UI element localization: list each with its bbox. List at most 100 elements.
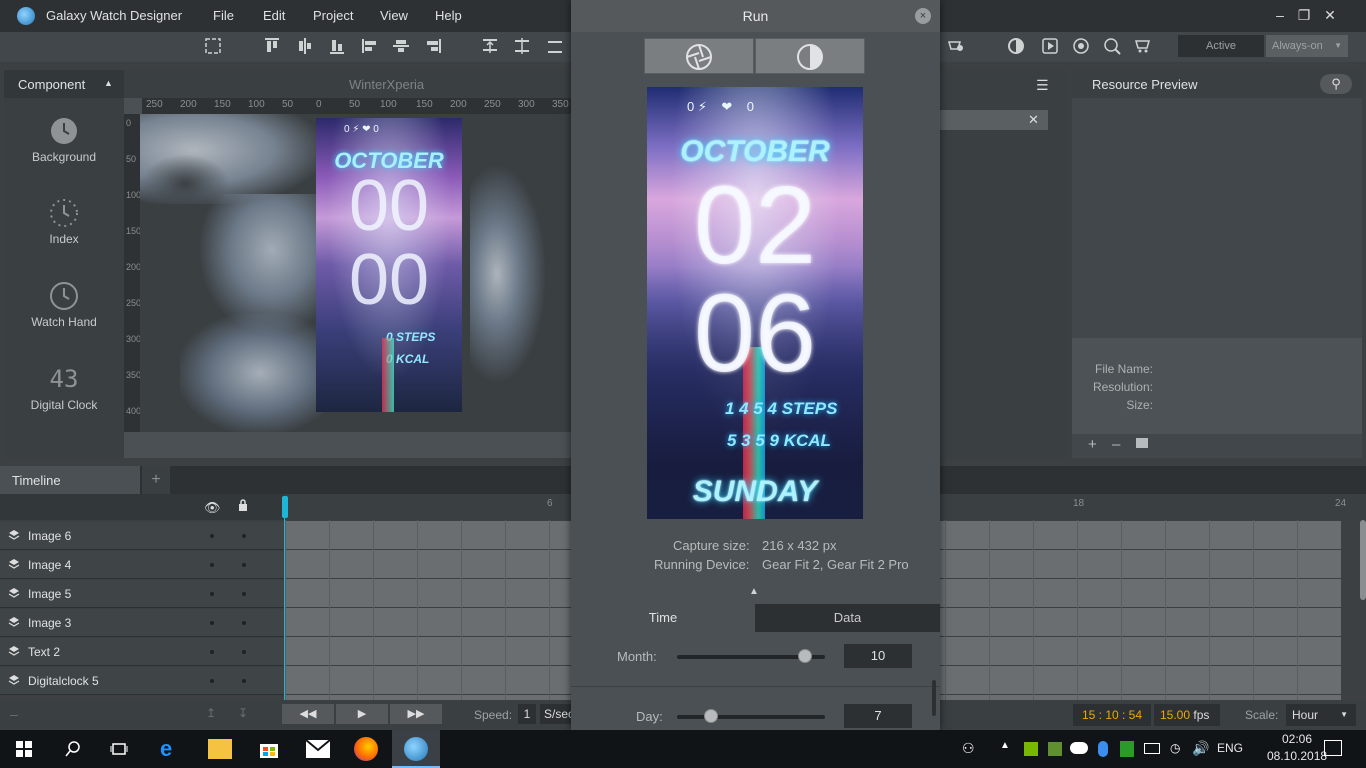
galaxy-watch-designer-taskbar-button[interactable]: [392, 730, 440, 768]
lock-icon[interactable]: [238, 499, 248, 511]
day-slider-track[interactable]: [677, 715, 825, 719]
close-button[interactable]: ✕: [1316, 4, 1344, 26]
watch-face-preview[interactable]: 0 ⚡ ❤ 0 OCTOBER 00 00 0 STEPS 0 KCAL: [316, 118, 462, 412]
wifi-icon[interactable]: ◷: [1170, 741, 1180, 755]
menu-help[interactable]: Help: [435, 8, 462, 23]
clear-icon[interactable]: ✕: [1028, 112, 1039, 128]
ambient-mode-icon[interactable]: [1006, 36, 1026, 56]
expand-arrow-icon[interactable]: ▲: [749, 586, 759, 597]
gpu-icon[interactable]: [1048, 742, 1062, 756]
fps-display[interactable]: 15.00 fps: [1154, 704, 1220, 726]
lock-toggle[interactable]: [242, 621, 246, 625]
timeline-row[interactable]: Digitalclock 5: [0, 667, 284, 695]
volume-icon[interactable]: 🔊: [1192, 740, 1209, 757]
firefox-icon[interactable]: [354, 737, 378, 761]
language-indicator[interactable]: ENG: [1217, 741, 1243, 755]
component-index[interactable]: Index: [4, 198, 124, 246]
menu-file[interactable]: File: [213, 8, 234, 23]
fast-forward-button[interactable]: ▶▶: [390, 704, 442, 724]
remove-layer-icon[interactable]: –: [10, 706, 18, 722]
onedrive-icon[interactable]: [1070, 742, 1088, 754]
ambient-toggle-button[interactable]: [755, 38, 865, 74]
notification-icon[interactable]: [1324, 740, 1342, 756]
visibility-toggle[interactable]: [210, 592, 214, 596]
distribute-center-icon[interactable]: [512, 36, 532, 56]
menu-icon[interactable]: ☰: [1036, 77, 1049, 94]
speed-input[interactable]: 1: [518, 704, 536, 724]
align-center-v-icon[interactable]: [295, 36, 315, 56]
component-watch-hand[interactable]: Watch Hand: [4, 281, 124, 329]
timeline-row[interactable]: Image 4: [0, 551, 284, 579]
build-icon[interactable]: [946, 36, 966, 56]
add-resource-icon[interactable]: +: [1088, 436, 1097, 453]
timeline-row[interactable]: Image 3: [0, 609, 284, 637]
active-mode-button[interactable]: Active: [1178, 35, 1264, 57]
run-watch-face[interactable]: 0 ⚡ ❤ 0 OCTOBER 02 06 1 4 5 4 STEPS 5 3 …: [647, 87, 863, 519]
visibility-toggle[interactable]: [210, 563, 214, 567]
day-slider-thumb[interactable]: [703, 709, 718, 723]
distribute-top-icon[interactable]: [480, 36, 500, 56]
search-icon[interactable]: [64, 740, 82, 758]
rewind-button[interactable]: ◀◀: [282, 704, 334, 724]
restore-button[interactable]: ❐: [1290, 4, 1318, 26]
visibility-icon[interactable]: 👁: [204, 500, 221, 516]
align-left-icon[interactable]: [360, 36, 380, 56]
menu-view[interactable]: View: [380, 8, 408, 23]
windows-start-icon[interactable]: [16, 741, 32, 757]
run-on-device-icon[interactable]: [1071, 36, 1091, 56]
tab-data[interactable]: Data: [755, 604, 940, 632]
visibility-toggle[interactable]: [210, 621, 214, 625]
fit-screen-icon[interactable]: [203, 36, 223, 56]
menu-edit[interactable]: Edit: [263, 8, 285, 23]
play-button[interactable]: ▶: [336, 704, 388, 724]
nvidia-icon[interactable]: [1024, 742, 1038, 756]
component-digital-clock[interactable]: 43 Digital Clock: [4, 364, 124, 412]
add-timeline-tab-button[interactable]: +: [142, 466, 170, 494]
visibility-toggle[interactable]: [210, 534, 214, 538]
clock-time[interactable]: 02:06: [1282, 732, 1312, 746]
run-dialog-scrollbar[interactable]: [932, 680, 936, 716]
timeline-scrollbar[interactable]: [1360, 520, 1366, 600]
edge-icon[interactable]: e: [160, 738, 182, 760]
align-center-h-icon[interactable]: [391, 36, 411, 56]
store-icon[interactable]: [1134, 36, 1154, 56]
lock-toggle[interactable]: [242, 563, 246, 567]
visibility-toggle[interactable]: [210, 679, 214, 683]
move-down-icon[interactable]: ↧: [238, 706, 248, 720]
tab-time[interactable]: Time: [571, 604, 755, 632]
move-up-icon[interactable]: ↥: [206, 706, 216, 720]
day-value-input[interactable]: 7: [844, 704, 912, 728]
component-background[interactable]: Background: [4, 116, 124, 164]
mail-icon[interactable]: [305, 739, 331, 758]
playhead-handle[interactable]: [282, 496, 288, 518]
lock-toggle[interactable]: [242, 592, 246, 596]
scale-select[interactable]: Hour ▼: [1286, 704, 1356, 726]
month-value-input[interactable]: 10: [844, 644, 912, 668]
run-icon[interactable]: [1040, 36, 1060, 56]
people-icon[interactable]: ⚇: [962, 740, 980, 758]
remove-resource-icon[interactable]: –: [1112, 436, 1120, 453]
month-slider-thumb[interactable]: [797, 649, 812, 663]
device-settings-icon[interactable]: [1102, 36, 1122, 56]
timeline-tab[interactable]: Timeline: [0, 466, 140, 494]
close-icon[interactable]: ×: [915, 8, 931, 24]
always-on-mode-button[interactable]: Always-on ▼: [1266, 35, 1348, 57]
lock-toggle[interactable]: [242, 679, 246, 683]
timeline-row[interactable]: Image 6: [0, 522, 284, 550]
collapse-icon[interactable]: ▲: [104, 78, 113, 88]
menu-project[interactable]: Project: [313, 8, 353, 23]
visibility-toggle[interactable]: [210, 650, 214, 654]
store-icon[interactable]: [258, 738, 280, 760]
align-top-icon[interactable]: [262, 36, 282, 56]
time-display[interactable]: 15 : 10 : 54: [1073, 704, 1151, 726]
distribute-bottom-icon[interactable]: [545, 36, 565, 56]
battery-icon[interactable]: [1144, 743, 1160, 754]
capture-button[interactable]: [644, 38, 754, 74]
file-explorer-icon[interactable]: [208, 739, 232, 759]
lock-toggle[interactable]: [242, 534, 246, 538]
search-icon[interactable]: ⚲: [1320, 74, 1352, 94]
bluetooth-icon[interactable]: [1098, 741, 1108, 757]
task-view-icon[interactable]: [110, 740, 128, 758]
align-bottom-icon[interactable]: [327, 36, 347, 56]
lock-toggle[interactable]: [242, 650, 246, 654]
